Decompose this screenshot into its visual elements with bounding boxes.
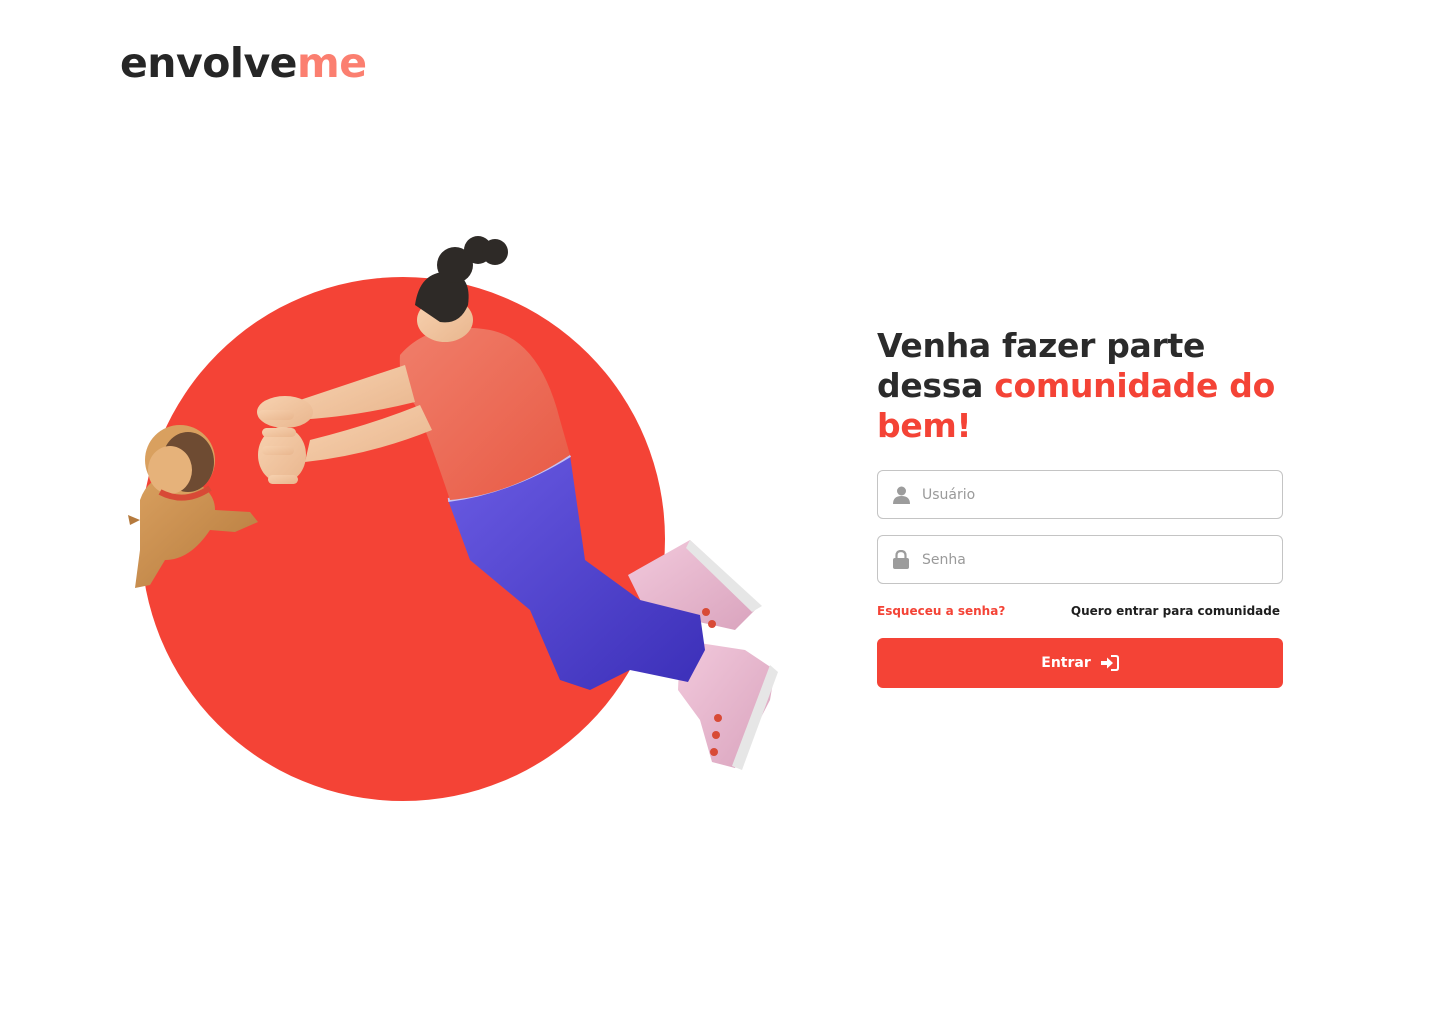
user-icon xyxy=(892,485,910,505)
sign-in-icon xyxy=(1100,655,1119,671)
password-input[interactable] xyxy=(922,544,1272,575)
login-page: envolveme Venha fazer parte dessa comuni… xyxy=(0,0,1440,1024)
forgot-password-link[interactable]: Esqueceu a senha? xyxy=(877,604,1005,618)
login-button-label: Entrar xyxy=(1041,655,1091,671)
hero-illustration xyxy=(0,0,820,1024)
lock-icon xyxy=(892,550,910,570)
login-button[interactable]: Entrar xyxy=(877,638,1283,688)
auth-links: Esqueceu a senha? Quero entrar para comu… xyxy=(877,604,1283,618)
password-field[interactable] xyxy=(877,535,1283,584)
username-input[interactable] xyxy=(922,479,1272,510)
username-field[interactable] xyxy=(877,470,1283,519)
join-community-link[interactable]: Quero entrar para comunidade xyxy=(1071,604,1280,618)
headline: Venha fazer parte dessa comunidade do be… xyxy=(877,326,1283,446)
woman-and-puppy-illustration xyxy=(128,236,778,801)
login-panel: Venha fazer parte dessa comunidade do be… xyxy=(877,326,1283,688)
